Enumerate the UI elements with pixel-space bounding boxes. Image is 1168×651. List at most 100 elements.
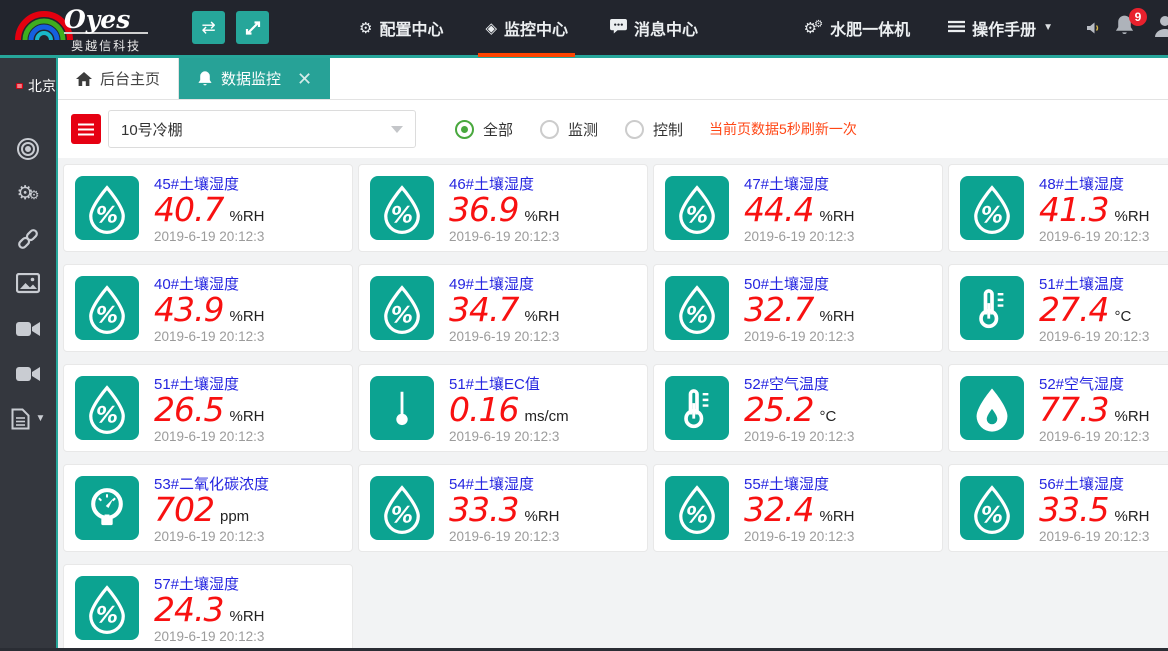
camera-icon (15, 321, 40, 336)
close-icon[interactable]: ✕ (297, 70, 312, 88)
sensor-unit: %RH (524, 208, 560, 225)
sensor-value: 40.7 (154, 190, 224, 229)
sensor-value: 24.3 (154, 590, 224, 629)
tab-data-monitor[interactable]: 数据监控 ✕ (179, 58, 331, 99)
sensor-unit: %RH (819, 208, 855, 225)
sensor-timestamp: 2019-6-19 20:12:3 (744, 329, 855, 344)
sensor-card: % 50#土壤湿度 32.7 %RH 2019-6-19 20:12:3 (653, 264, 943, 352)
sensor-timestamp: 2019-6-19 20:12:3 (1039, 229, 1150, 244)
sensor-card: 51#土壤EC值 0.16 ms/cm 2019-6-19 20:12:3 (358, 364, 648, 452)
sensor-value: 26.5 (154, 390, 224, 429)
notification-badge: 9 (1129, 8, 1147, 26)
notification-bell[interactable]: 9 (1114, 8, 1147, 41)
navbar-right: ⚙⚙ 水肥一体机 操作手册 ▼ 9 (785, 0, 1168, 57)
sensor-value: 33.3 (449, 490, 519, 529)
svg-text:%: % (96, 304, 118, 329)
sensor-card: % 40#土壤湿度 43.9 %RH 2019-6-19 20:12:3 (63, 264, 353, 352)
speaker-icon[interactable] (1086, 21, 1100, 35)
sensor-value: 27.4 (1039, 290, 1109, 329)
sensor-card: % 54#土壤湿度 33.3 %RH 2019-6-19 20:12:3 (358, 464, 648, 552)
radio-monitor[interactable]: 监测 (540, 119, 598, 140)
svg-text:%: % (96, 404, 118, 429)
sensor-card: % 48#土壤湿度 41.3 %RH 2019-6-19 20:12:3 (948, 164, 1168, 252)
radio-control[interactable]: 控制 (625, 119, 683, 140)
sensor-unit: ppm (220, 508, 250, 525)
sidebar-item-link[interactable] (0, 216, 56, 261)
sensor-card: % 46#土壤湿度 36.9 %RH 2019-6-19 20:12:3 (358, 164, 648, 252)
chevron-down-icon: ▼ (35, 413, 46, 424)
svg-text:%: % (686, 504, 708, 529)
soil-moisture-icon: % (75, 276, 139, 340)
target-icon (17, 137, 39, 160)
sensor-unit: %RH (1114, 208, 1150, 225)
chevron-down-icon: ▼ (1043, 22, 1053, 33)
sensor-card: % 57#土壤湿度 24.3 %RH 2019-6-19 20:12:3 (63, 564, 353, 648)
sensor-card: 53#二氧化碳浓度 702 ppm 2019-6-19 20:12:3 (63, 464, 353, 552)
sensor-value: 34.7 (449, 290, 519, 329)
manual-list-icon (948, 19, 966, 37)
person-icon[interactable] (1153, 13, 1168, 42)
sidebar-item-settings[interactable]: ⚙⚙ (0, 171, 56, 216)
svg-text:%: % (981, 504, 1003, 529)
menu-item-monitor-center[interactable]: ◈ 监控中心 (464, 0, 589, 57)
soil-temperature-icon (960, 276, 1024, 340)
soil-moisture-icon: % (370, 176, 434, 240)
red-list-icon (78, 123, 94, 135)
greenhouse-select[interactable]: 10号冷棚 (108, 110, 416, 148)
sensor-card: % 49#土壤湿度 34.7 %RH 2019-6-19 20:12:3 (358, 264, 648, 352)
sensor-value: 43.9 (154, 290, 224, 329)
expand-icon[interactable] (236, 11, 269, 44)
sensor-value: 33.5 (1039, 490, 1109, 529)
compass-icon: ◈ (485, 19, 498, 37)
filter-radio-group: 全部 监测 控制 (428, 119, 683, 140)
sidebar-item-camera-2[interactable] (0, 351, 56, 396)
menu-item-config-center[interactable]: ⚙ 配置中心 (338, 0, 464, 57)
sidebar-item-images[interactable] (0, 261, 56, 306)
logo-text: Oyes (64, 7, 149, 34)
sensor-timestamp: 2019-6-19 20:12:3 (449, 229, 560, 244)
refresh-note: 当前页数据5秒刷新一次 (709, 121, 857, 137)
menu-item-message-center[interactable]: 消息中心 (589, 0, 719, 57)
menu-item-manual[interactable]: 操作手册 ▼ (929, 16, 1072, 40)
radio-all[interactable]: 全部 (455, 119, 513, 140)
image-icon (16, 272, 40, 293)
chevron-down-icon (391, 125, 403, 133)
swap-arrows-icon[interactable]: ⇄ (192, 11, 225, 44)
sensor-timestamp: 2019-6-19 20:12:3 (154, 629, 265, 644)
top-navbar: Oyes 奥越信科技 ⇄ ⚙ 配置中心 ◈ 监控中心 消息中心 ⚙⚙ 水肥一体机 (0, 0, 1168, 58)
bell-icon (198, 71, 212, 86)
sensor-value: 44.4 (744, 190, 814, 229)
tab-backend-home[interactable]: 后台主页 (58, 58, 180, 99)
sidebar-item-target[interactable] (0, 126, 56, 171)
home-icon (76, 71, 92, 86)
sensor-value: 32.4 (744, 490, 814, 529)
tab-bar: 后台主页 数据监控 ✕ (58, 58, 1168, 100)
radio-circle (625, 119, 645, 139)
soil-moisture-icon: % (665, 276, 729, 340)
menu-item-fertigation-machine[interactable]: ⚙⚙ 水肥一体机 (785, 16, 929, 40)
soil-ec-icon (370, 376, 434, 440)
logo-subtext: 奥越信科技 (71, 38, 142, 53)
sensor-unit: %RH (229, 308, 265, 325)
radio-circle (455, 119, 474, 139)
device-list-button[interactable] (71, 114, 101, 144)
document-icon (11, 408, 30, 429)
soil-moisture-icon: % (960, 176, 1024, 240)
sensor-unit: ms/cm (524, 408, 569, 425)
sensor-card: % 51#土壤湿度 26.5 %RH 2019-6-19 20:12:3 (63, 364, 353, 452)
sensor-card: % 47#土壤湿度 44.4 %RH 2019-6-19 20:12:3 (653, 164, 943, 252)
sensor-card: 52#空气温度 25.2 °C 2019-6-19 20:12:3 (653, 364, 943, 452)
sidebar-item-camera-1[interactable] (0, 306, 56, 351)
svg-text:%: % (981, 204, 1003, 229)
sensor-card: % 56#土壤湿度 33.5 %RH 2019-6-19 20:12:3 (948, 464, 1168, 552)
camera-icon (15, 366, 40, 381)
soil-moisture-icon: % (75, 576, 139, 640)
soil-moisture-icon: % (370, 476, 434, 540)
sidebar-item-documents[interactable]: ▼ (0, 396, 56, 441)
filter-bar: 10号冷棚 全部 监测 控制 当前页数据5秒刷新一次 (58, 100, 1168, 158)
svg-text:%: % (96, 604, 118, 629)
sensor-unit: °C (819, 408, 837, 425)
location-label: 北京 (16, 76, 56, 96)
sensor-unit: %RH (524, 308, 560, 325)
svg-text:%: % (686, 304, 708, 329)
